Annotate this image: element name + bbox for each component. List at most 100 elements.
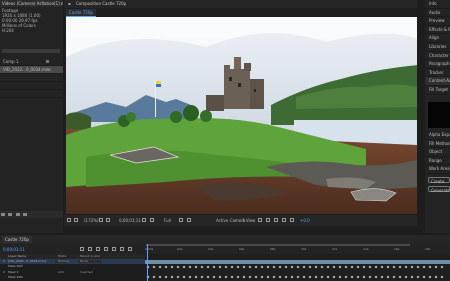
project-search-input[interactable] [2,49,60,53]
keyframe[interactable] [206,275,210,279]
search-icon[interactable] [80,247,84,251]
keyframe[interactable] [260,275,264,279]
keyframe[interactable] [182,275,186,279]
project-item[interactable]: VID_2022...0_0034.mov [0,66,63,74]
fit-icon[interactable] [74,218,78,222]
keyframe[interactable] [332,275,336,279]
keyframe[interactable] [236,265,240,269]
keyframe[interactable] [260,265,264,269]
keyframe[interactable] [326,265,330,269]
keyframe[interactable] [314,275,318,279]
timeline-tracks[interactable] [145,254,450,281]
panel-character[interactable]: Character [425,52,450,61]
keyframe[interactable] [206,265,210,269]
region-of-interest-icon[interactable] [179,218,183,222]
keyframe[interactable] [392,275,396,279]
project-item[interactable] [0,90,63,98]
view-layout-dropdown[interactable]: 1 View [242,218,255,223]
keyframe[interactable] [350,275,354,279]
keyframe[interactable] [170,265,174,269]
keyframe[interactable] [410,275,414,279]
keyframe[interactable] [398,275,402,279]
keyframe[interactable] [242,275,246,279]
keyframe[interactable] [416,275,420,279]
range-value[interactable]: Work Area [425,165,450,174]
keyframe[interactable] [314,265,318,269]
keyframe[interactable] [290,265,294,269]
keyframe[interactable] [308,265,312,269]
keyframe[interactable] [218,265,222,269]
draft-3d-icon[interactable] [96,247,100,251]
panel-tracker[interactable]: Tracker [425,69,450,78]
keyframe[interactable] [248,275,252,279]
keyframe[interactable] [236,275,240,279]
fill-method-row[interactable]: Fill Method [425,140,450,149]
keyframe[interactable] [158,265,162,269]
keyframe[interactable] [380,265,384,269]
comp-flowchart-icon[interactable] [282,218,286,222]
keyframe-row[interactable] [146,275,447,279]
keyframe[interactable] [386,265,390,269]
keyframe[interactable] [272,265,276,269]
panel-paragraph[interactable]: Paragraph [425,60,450,69]
camera-dropdown[interactable]: Active Camera [216,218,245,223]
keyframe[interactable] [356,265,360,269]
fill-method-value[interactable]: Object [425,148,450,157]
keyframe[interactable] [200,265,204,269]
mask-visibility-icon[interactable] [106,218,110,222]
keyframe[interactable] [272,275,276,279]
panel-content-aware-fill[interactable]: Content-Aware Fill [425,77,450,86]
keyframe[interactable] [404,265,408,269]
range-row[interactable]: Range [425,157,450,166]
graph-editor-icon[interactable] [128,247,132,251]
keyframe[interactable] [374,275,378,279]
panel-info[interactable]: Info [425,0,450,9]
keyframe[interactable] [368,275,372,279]
new-comp-icon[interactable] [15,213,20,216]
keyframe[interactable] [428,275,432,279]
keyframe[interactable] [152,275,156,279]
keyframe[interactable] [368,265,372,269]
keyframe[interactable] [392,265,396,269]
new-folder-icon[interactable] [8,213,13,216]
keyframe[interactable] [248,265,252,269]
keyframe-row[interactable] [146,265,447,269]
keyframe[interactable] [266,275,270,279]
keyframe[interactable] [350,265,354,269]
panel-effects-presets[interactable]: Effects & Presets [425,26,450,35]
keyframe[interactable] [338,275,342,279]
lock-icon[interactable]: ▪ [68,1,71,6]
keyframe[interactable] [374,265,378,269]
keyframe[interactable] [356,275,360,279]
keyframe[interactable] [416,265,420,269]
mask-property-row[interactable]: Mask Path [0,275,145,280]
panel-align[interactable]: Align [425,34,450,43]
playhead[interactable] [147,244,148,281]
keyframe[interactable] [212,265,216,269]
keyframe[interactable] [440,275,444,279]
current-time-display[interactable]: 0;00;01;11 [119,218,141,223]
keyframe[interactable] [398,265,402,269]
keyframe[interactable] [362,275,366,279]
keyframe[interactable] [164,275,168,279]
keyframe[interactable] [422,265,426,269]
keyframe[interactable] [284,275,288,279]
keyframe[interactable] [422,275,426,279]
keyframe[interactable] [254,275,258,279]
keyframe[interactable] [428,265,432,269]
project-item[interactable]: Comp 1 [0,58,63,66]
tab-timeline-castle-720p[interactable]: Castle 720p [2,236,32,243]
keyframe[interactable] [290,275,294,279]
keyframe[interactable] [302,265,306,269]
keyframe[interactable] [176,265,180,269]
keyframe[interactable] [296,265,300,269]
keyframe[interactable] [434,265,438,269]
always-preview-icon[interactable] [67,218,71,222]
frame-blending-icon[interactable] [112,247,116,251]
panel-audio[interactable]: Audio [425,9,450,18]
timeline-icon[interactable] [274,218,278,222]
keyframe[interactable] [278,275,282,279]
keyframe[interactable] [434,275,438,279]
keyframe[interactable] [194,275,198,279]
composition-viewer[interactable] [66,17,417,214]
